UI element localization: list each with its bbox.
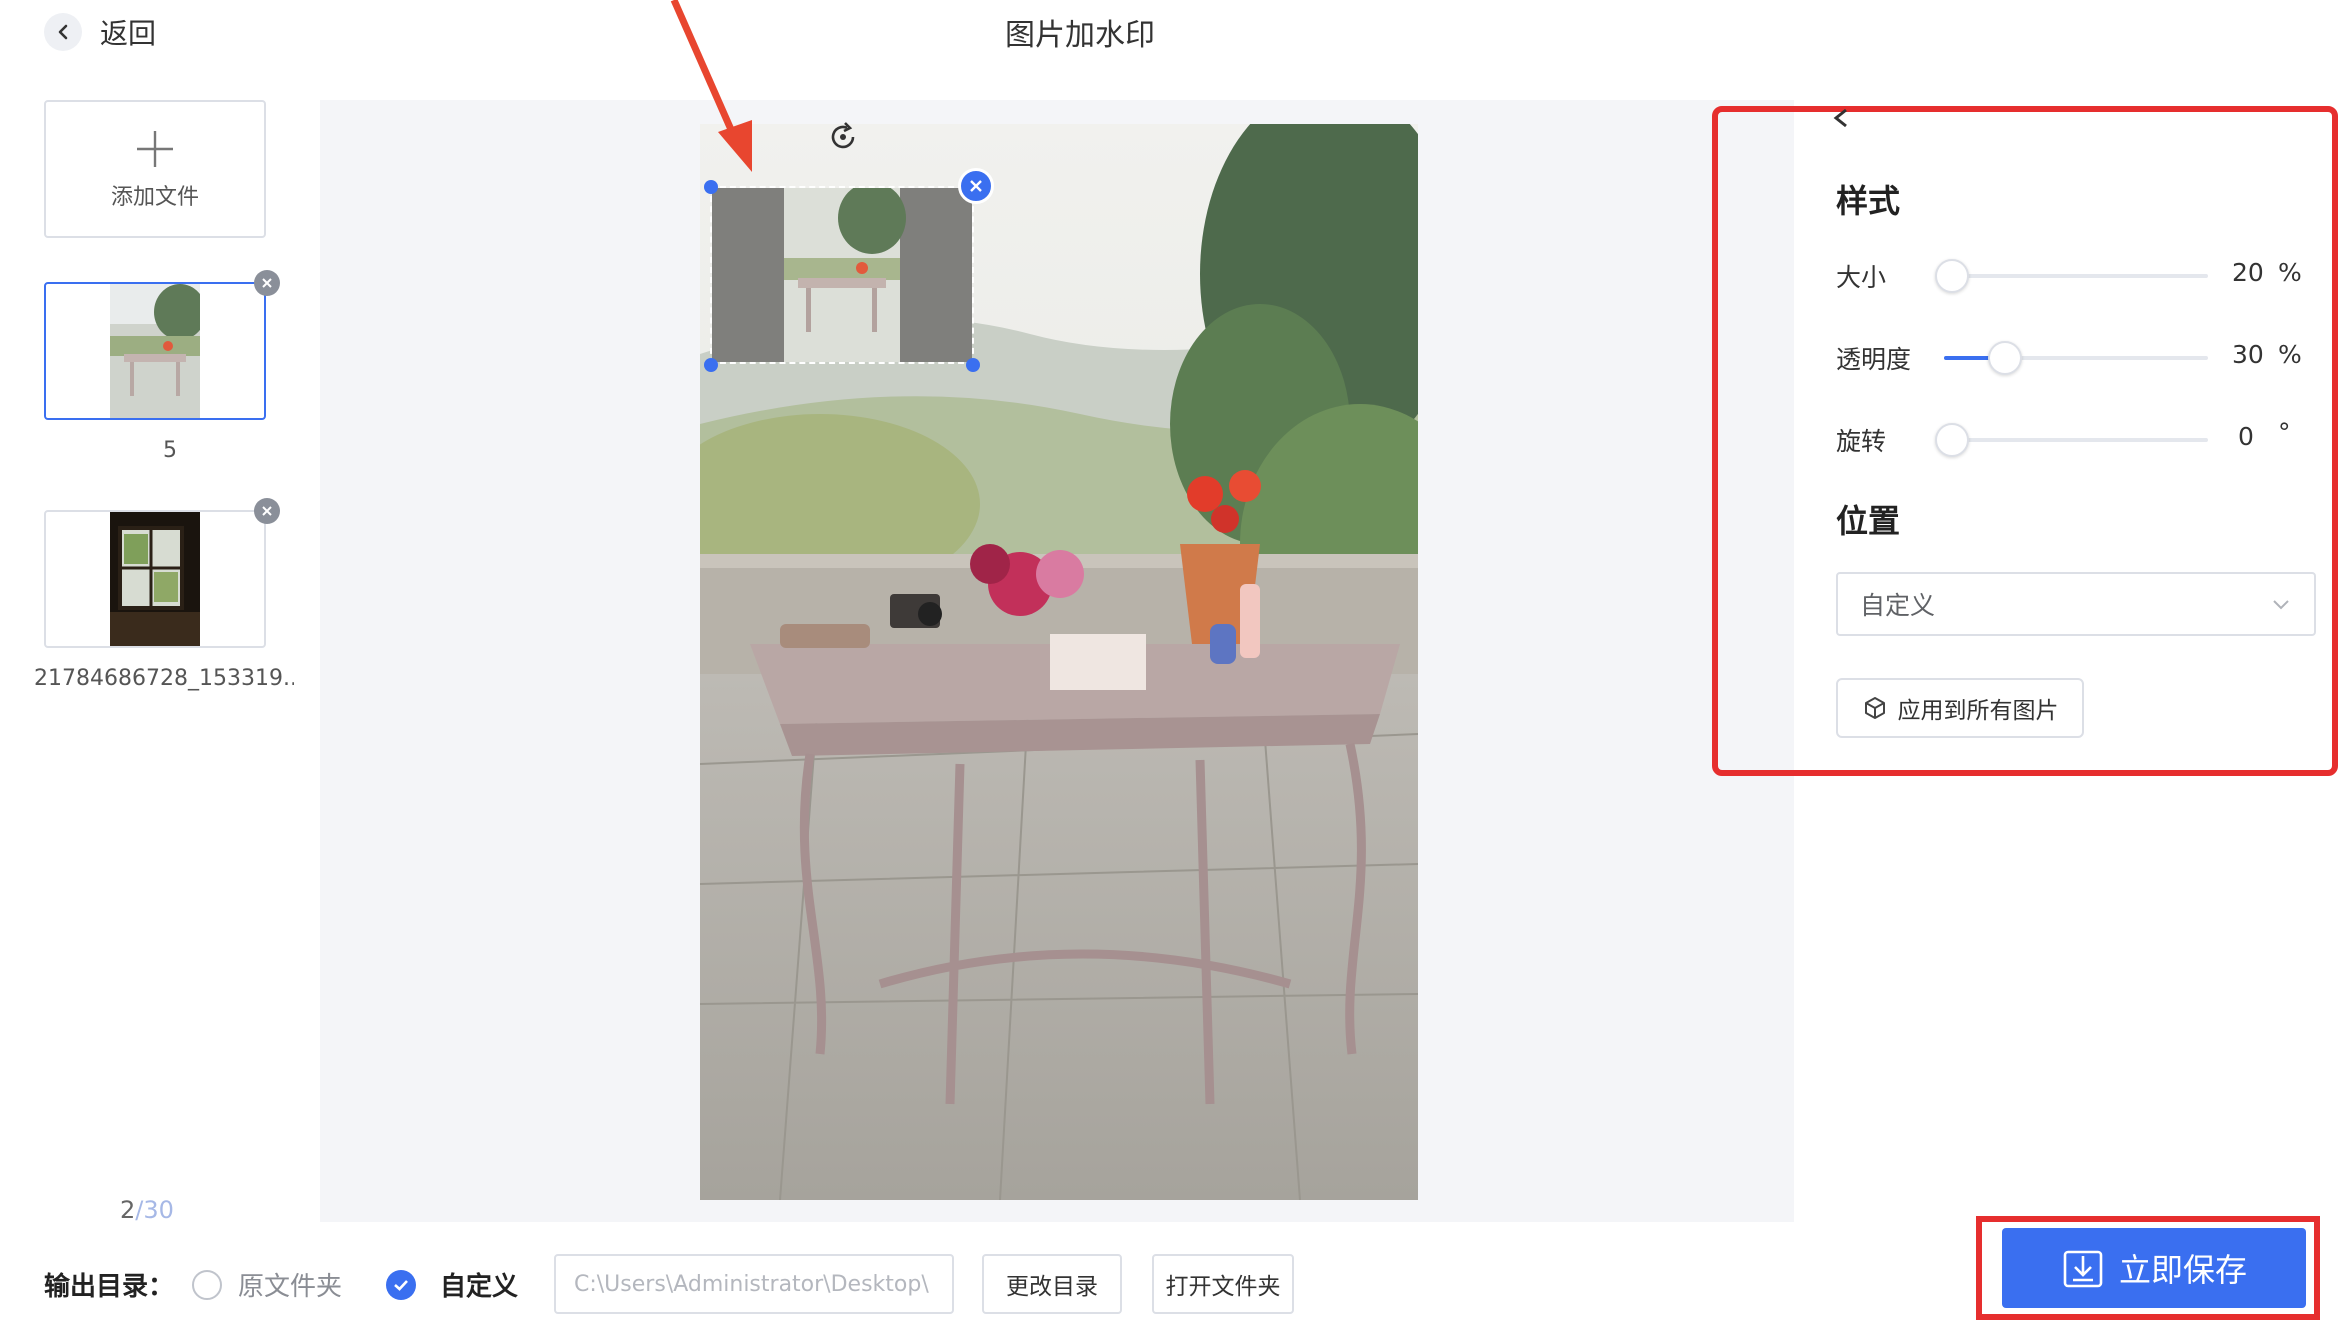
file-counter: 2/30 [120,1196,174,1224]
watermark-selection-box[interactable] [710,186,974,364]
size-slider-track[interactable] [1944,274,2208,278]
position-select-value: 自定义 [1860,591,1936,620]
add-file-button[interactable]: 添加文件 [44,100,266,238]
opacity-slider-track[interactable] [1944,356,2208,360]
apply-to-all-label: 应用到所有图片 [1897,698,2059,724]
option-original-folder-label[interactable]: 原文件夹 [238,1266,342,1303]
position-section-title: 位置 [1836,502,1901,540]
rotation-label: 旋转 [1836,427,1887,456]
chevron-left-icon [1833,108,1847,128]
style-section-title: 样式 [1836,182,1901,220]
check-icon [394,1280,408,1291]
remove-watermark-button[interactable] [958,168,994,204]
plus-icon [137,131,173,167]
file-thumbnail-1[interactable] [44,282,266,420]
close-icon [970,180,982,192]
rotation-slider-knob[interactable] [1935,423,1969,457]
resize-handle-bottom-right[interactable] [966,358,980,372]
close-icon [262,278,272,288]
rotation-slider-track[interactable] [1944,438,2208,442]
back-label: 返回 [100,17,157,50]
counter-total: /30 [135,1196,174,1224]
save-now-button[interactable]: 立即保存 [2002,1228,2306,1308]
file-caption-1: 5 [163,438,177,463]
rotate-handle[interactable] [826,120,860,154]
thumbnail-image [110,284,200,418]
option-custom-folder-label[interactable]: 自定义 [440,1266,518,1303]
chevron-down-icon [2273,600,2289,610]
remove-file-2-button[interactable] [254,498,280,524]
download-icon [2063,1250,2103,1288]
opacity-slider-knob[interactable] [1987,341,2022,375]
annotation-arrow-icon [670,0,752,172]
close-icon [262,506,272,516]
thumbnail-image [110,512,200,646]
change-directory-button[interactable]: 更改目录 [982,1254,1122,1314]
size-value: 20 [2232,258,2264,287]
output-dir-label: 输出目录： [44,1272,175,1302]
collapse-panel-button[interactable] [1826,102,1856,132]
add-file-label: 添加文件 [110,185,199,210]
counter-current: 2 [120,1196,136,1224]
size-label: 大小 [1836,263,1887,292]
size-slider-knob[interactable] [1935,259,1969,293]
file-caption-2: 21784686728_153319... [34,666,294,691]
output-path-input[interactable]: C:\Users\Administrator\Desktop\ [554,1254,954,1314]
remove-file-1-button[interactable] [254,270,280,296]
opacity-unit: % [2278,340,2302,369]
radio-custom-folder[interactable] [386,1270,416,1300]
chevron-left-icon [44,13,82,51]
save-now-label: 立即保存 [2118,1251,2247,1289]
opacity-value: 30 [2232,340,2264,369]
page-title: 图片加水印 [1005,18,1155,53]
position-select[interactable]: 自定义 [1836,572,2316,636]
resize-handle-top-left[interactable] [704,180,718,194]
rotation-unit: ° [2278,418,2291,447]
rotate-icon [831,122,855,149]
apply-to-all-button[interactable]: 应用到所有图片 [1836,678,2084,738]
open-folder-button[interactable]: 打开文件夹 [1152,1254,1294,1314]
opacity-label: 透明度 [1836,345,1912,374]
file-thumbnail-2[interactable] [44,510,266,648]
rotation-value: 0 [2238,422,2254,451]
radio-original-folder[interactable] [192,1270,222,1300]
resize-handle-bottom-left[interactable] [704,358,718,372]
size-unit: % [2278,258,2302,287]
back-button[interactable]: 返回 [44,12,156,52]
cube-icon [1864,697,1885,719]
